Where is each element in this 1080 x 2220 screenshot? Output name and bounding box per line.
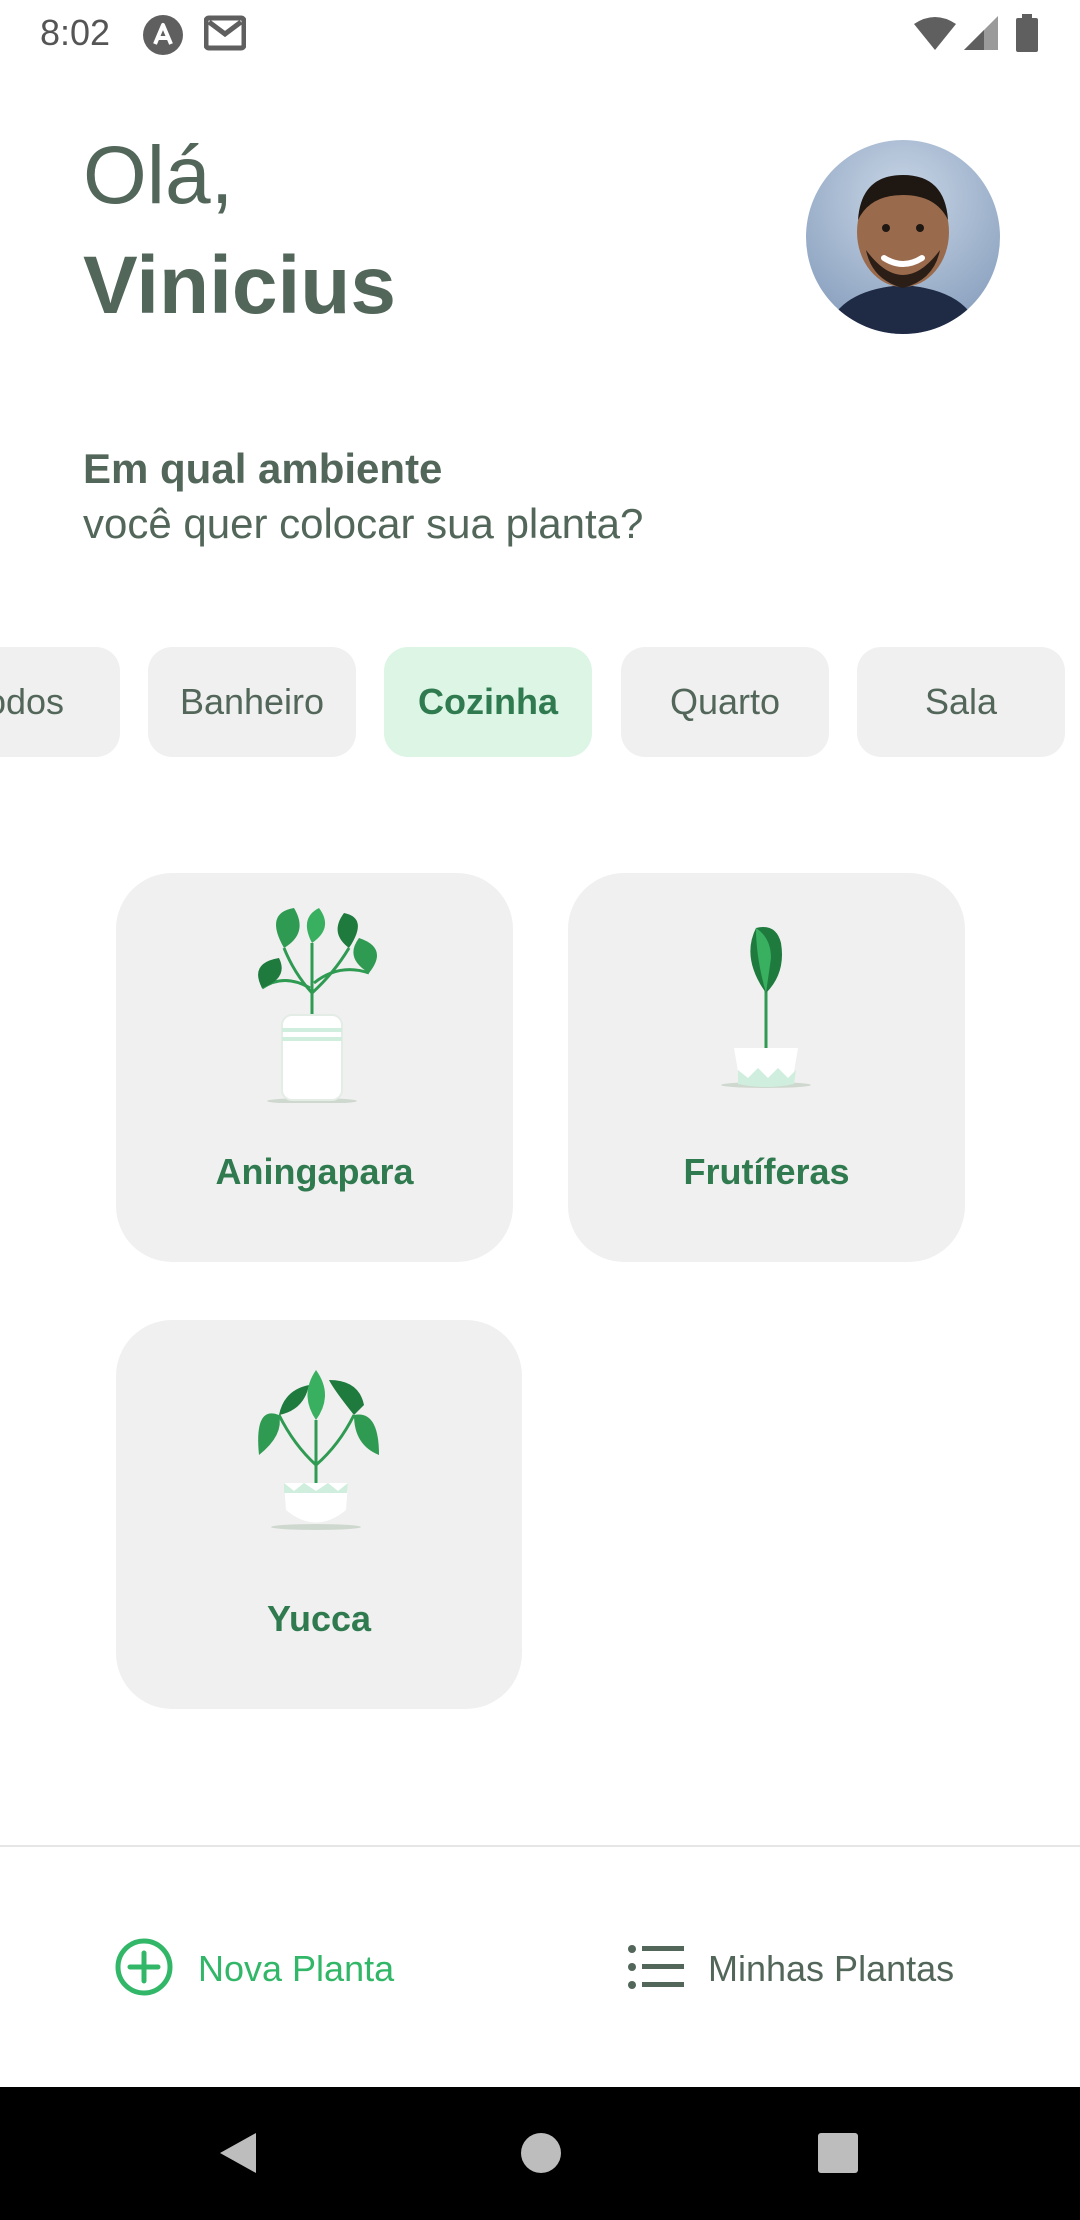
plant-illustration <box>716 918 816 1093</box>
battery-icon <box>1016 14 1038 57</box>
bottom-nav: Nova Planta Minhas Plantas <box>0 1847 1080 2087</box>
plant-card-yucca[interactable]: Yucca <box>116 1320 522 1709</box>
plant-card-aningapara[interactable]: Aningapara <box>116 873 513 1262</box>
nav-my-plants-button[interactable]: Minhas Plantas <box>628 1937 954 2001</box>
nav-new-plant-label: Nova Planta <box>198 1948 395 1989</box>
plant-illustration <box>254 1365 384 1535</box>
add-circle-icon <box>114 1937 174 2002</box>
recents-icon[interactable] <box>818 2133 858 2178</box>
greeting-text: Olá, <box>83 130 234 221</box>
wifi-icon <box>914 16 956 55</box>
question-subtitle: você quer colocar sua planta? <box>83 500 644 547</box>
chip-sala[interactable]: Sala <box>857 647 1065 757</box>
avatar[interactable] <box>806 140 1000 334</box>
list-icon <box>628 1944 684 1994</box>
signal-icon <box>964 16 998 55</box>
home-icon[interactable] <box>520 2132 562 2179</box>
chip-banheiro[interactable]: Banheiro <box>148 647 356 757</box>
nav-new-plant-button[interactable]: Nova Planta <box>114 1937 394 2001</box>
environment-chips: Todos Banheiro Cozinha Quarto Sala <box>0 647 1080 757</box>
chip-quarto[interactable]: Quarto <box>621 647 829 757</box>
status-bar: 8:02 <box>0 0 1080 66</box>
plant-illustration <box>254 903 384 1108</box>
notification-a-icon <box>142 14 184 61</box>
plant-name: Frutíferas <box>683 1151 850 1192</box>
system-nav-bar <box>0 2087 1080 2220</box>
chip-todos[interactable]: Todos <box>0 647 120 757</box>
plant-name: Yucca <box>266 1598 372 1639</box>
chip-cozinha[interactable]: Cozinha <box>384 647 592 757</box>
user-name: Vinicius <box>83 240 396 331</box>
plant-name: Aningapara <box>215 1151 414 1192</box>
gmail-icon <box>203 14 247 57</box>
back-icon[interactable] <box>218 2131 258 2180</box>
status-time: 8:02 <box>40 12 111 53</box>
question-title: Em qual ambiente <box>83 445 443 492</box>
nav-my-plants-label: Minhas Plantas <box>708 1948 955 1989</box>
plant-card-frutiferas[interactable]: Frutíferas <box>568 873 965 1262</box>
